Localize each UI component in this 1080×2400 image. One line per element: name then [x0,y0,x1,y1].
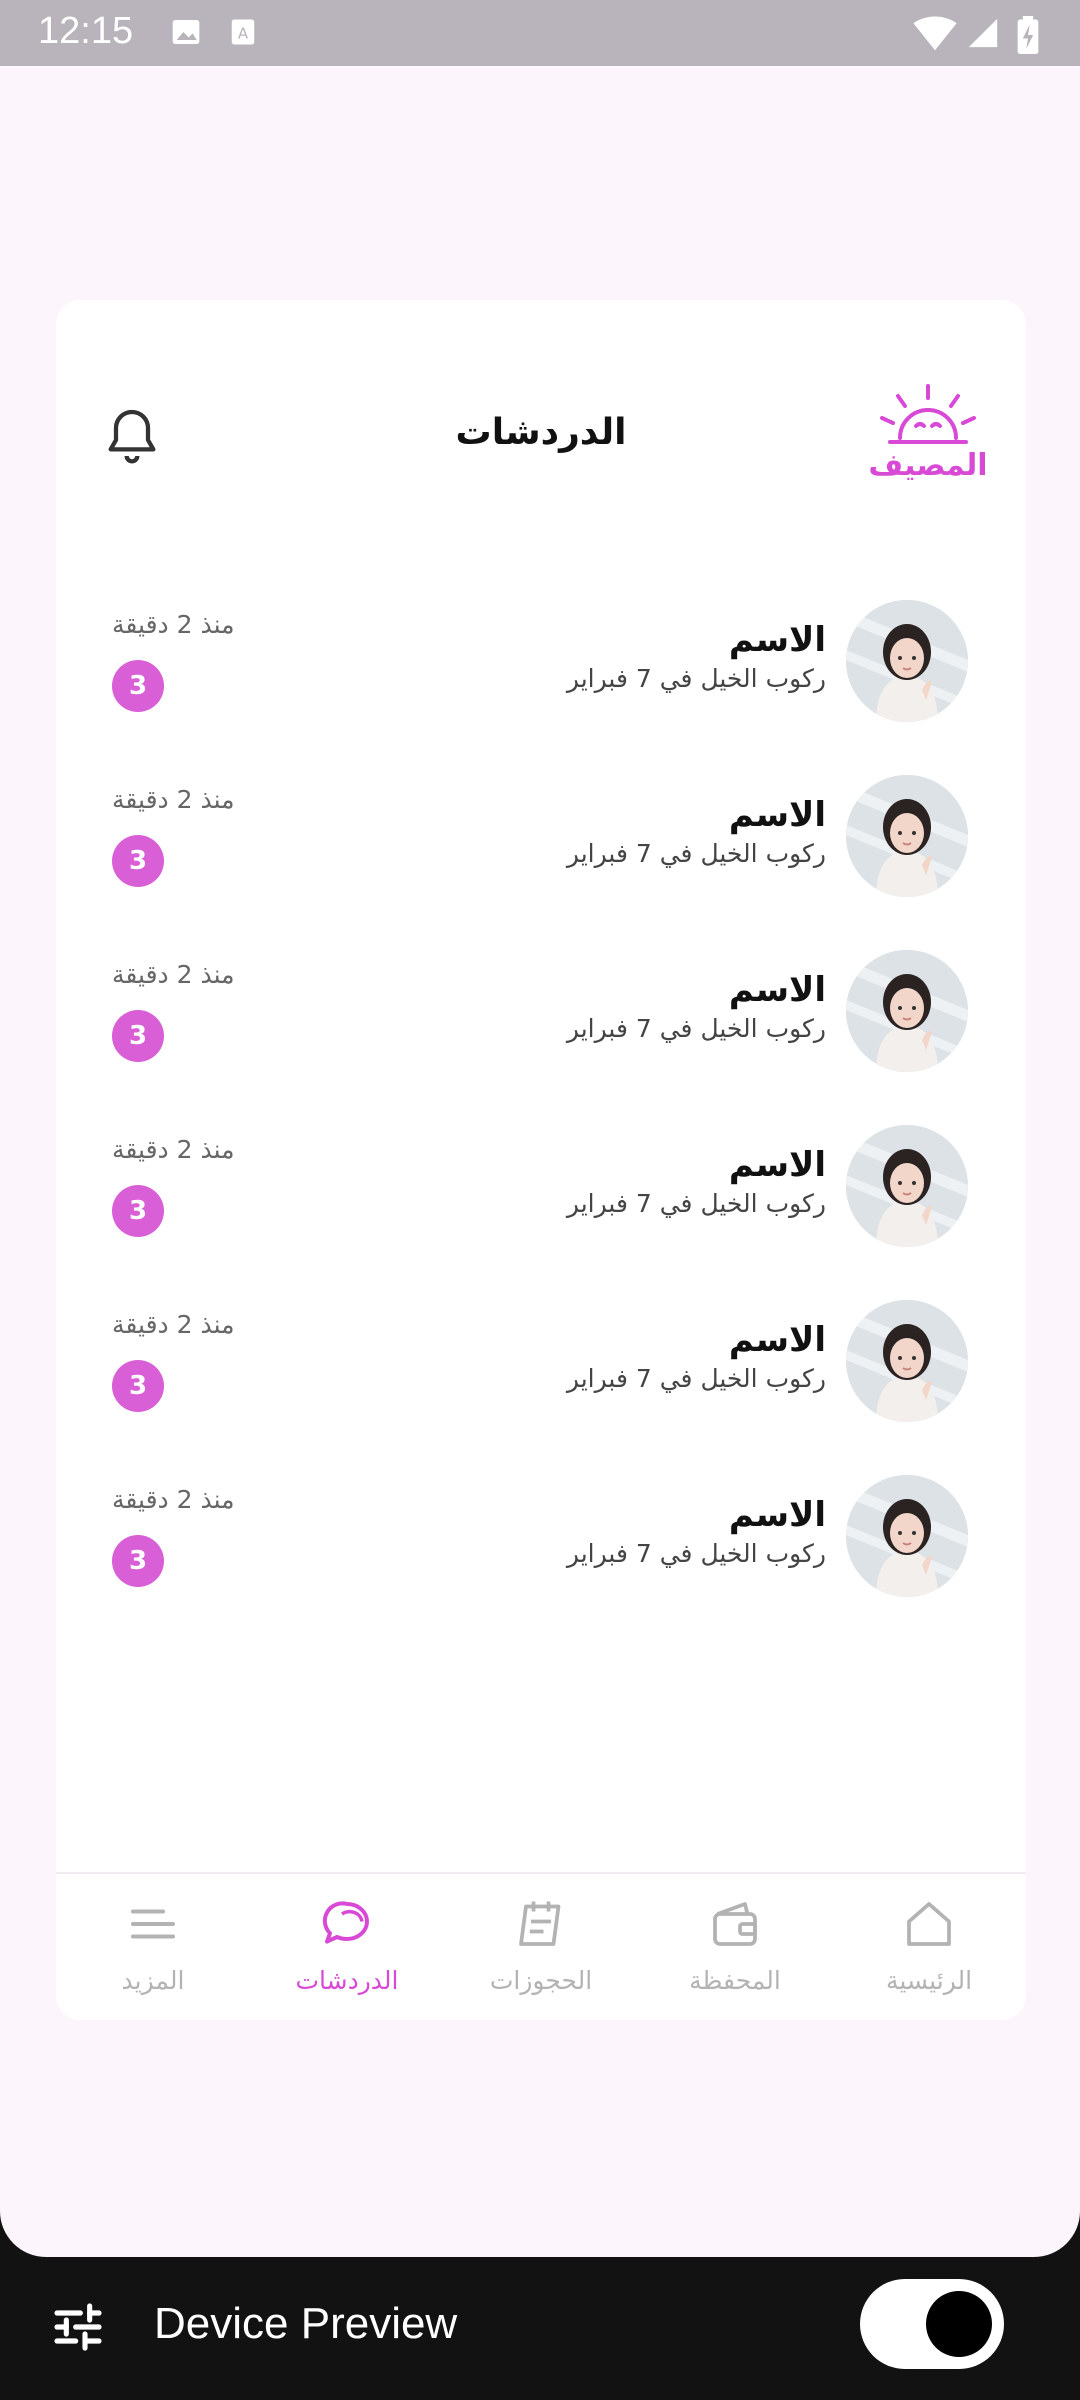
signal-icon [968,18,998,48]
chat-row[interactable]: الاسم ركوب الخيل في 7 فبراير منذ 2 دقيقة… [56,1475,1026,1650]
avatar[interactable] [846,775,968,897]
unread-badge: 3 [112,1360,164,1412]
toggle-knob [926,2291,992,2357]
nav-label: الدردشات [295,1966,399,1995]
avatar[interactable] [846,1475,968,1597]
nav-label: المحفظة [689,1966,781,1995]
status-time: 12:15 [38,10,134,52]
chat-name: الاسم [728,970,826,1010]
chat-time: منذ 2 دقيقة [112,1135,235,1164]
chat-preview: ركوب الخيل في 7 فبراير [566,1539,826,1568]
chat-time: منذ 2 دقيقة [112,785,235,814]
nav-item-chat[interactable]: الدردشات [250,1874,444,2022]
device-preview-label: Device Preview [154,2299,458,2348]
avatar[interactable] [846,950,968,1072]
chat-name: الاسم [728,1320,826,1360]
nav-item-home[interactable]: الرئيسية [832,1874,1026,2022]
chat-list: الاسم ركوب الخيل في 7 فبراير منذ 2 دقيقة… [56,600,1026,1650]
bottom-nav: المزيد الدردشات الحجوزات المحفظة الرئيسي… [56,1872,1026,2020]
app-screen: الدردشات المصيف الاسم ركوب الخيل في 7 فب… [0,66,1080,2257]
status-bar: 12:15 A [0,0,1080,66]
chat-preview: ركوب الخيل في 7 فبراير [566,1189,826,1218]
unread-badge: 3 [112,1185,164,1237]
chat-icon [322,1901,369,1944]
tune-icon[interactable] [50,2299,106,2355]
chat-name: الاسم [728,795,826,835]
unread-badge: 3 [112,1535,164,1587]
chat-preview: ركوب الخيل في 7 فبراير [566,1014,826,1043]
chat-name: الاسم [728,1145,826,1185]
nav-item-menu[interactable]: المزيد [56,1874,250,2022]
bookings-icon [519,1901,561,1946]
chat-time: منذ 2 دقيقة [112,1485,235,1514]
nav-item-bookings[interactable]: الحجوزات [444,1874,638,2022]
chat-name: الاسم [728,1495,826,1535]
device-preview-bar: Device Preview [0,2257,1080,2400]
unread-badge: 3 [112,835,164,887]
unread-badge: 3 [112,1010,164,1062]
nav-label: الرئيسية [885,1966,973,1995]
chats-card: الدردشات المصيف الاسم ركوب الخيل في 7 فب… [56,300,1026,2020]
device-preview-toggle[interactable] [860,2279,1004,2369]
app-header: الدردشات المصيف [56,300,1026,540]
logo-text: المصيف [868,448,988,483]
chat-row[interactable]: الاسم ركوب الخيل في 7 فبراير منذ 2 دقيقة… [56,775,1026,950]
chat-preview: ركوب الخيل في 7 فبراير [566,839,826,868]
menu-icon [131,1909,175,1939]
nav-label: الحجوزات [489,1966,593,1995]
chat-preview: ركوب الخيل في 7 فبراير [566,1364,826,1393]
avatar[interactable] [846,600,968,722]
chat-preview: ركوب الخيل في 7 فبراير [566,664,826,693]
unread-badge: 3 [112,660,164,712]
chat-row[interactable]: الاسم ركوب الخيل في 7 فبراير منذ 2 دقيقة… [56,950,1026,1125]
chat-time: منذ 2 دقيقة [112,610,235,639]
avatar[interactable] [846,1300,968,1422]
chat-row[interactable]: الاسم ركوب الخيل في 7 فبراير منذ 2 دقيقة… [56,1300,1026,1475]
nav-item-wallet[interactable]: المحفظة [638,1874,832,2022]
battery-icon [1017,16,1039,54]
svg-text:A: A [238,24,249,42]
wallet-icon [713,1902,757,1946]
avatar[interactable] [846,1125,968,1247]
chat-row[interactable]: الاسم ركوب الخيل في 7 فبراير منذ 2 دقيقة… [56,600,1026,775]
chat-name: الاسم [728,620,826,660]
gallery-icon [172,20,200,44]
wifi-icon [913,16,957,51]
nav-label: المزيد [121,1966,185,1995]
text-icon: A [231,19,255,45]
chat-time: منذ 2 دقيقة [112,960,235,989]
chat-time: منذ 2 دقيقة [112,1310,235,1339]
chat-row[interactable]: الاسم ركوب الخيل في 7 فبراير منذ 2 دقيقة… [56,1125,1026,1300]
home-icon [907,1902,951,1946]
